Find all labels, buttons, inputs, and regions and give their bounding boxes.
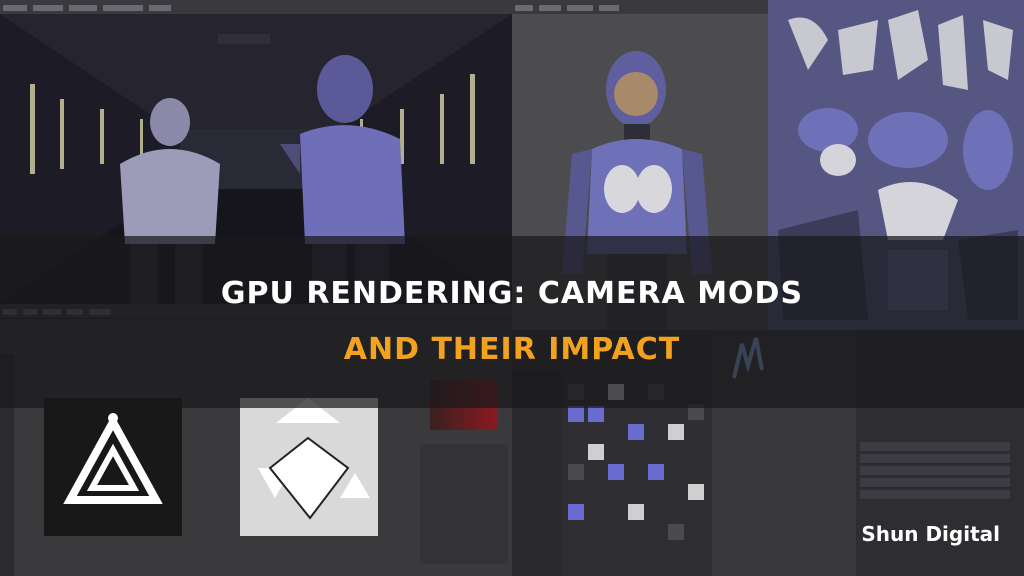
brand-watermark: Shun Digital	[861, 522, 1000, 546]
model-toolbar	[512, 0, 768, 15]
triangle-logo-left	[63, 413, 163, 504]
title-banner	[0, 236, 1024, 408]
page: { "headline": { "line1": "GPU RENDERING:…	[0, 0, 1024, 576]
canvas-left[interactable]	[44, 398, 182, 536]
layer-row[interactable]	[860, 466, 1010, 476]
headline-line-2: AND THEIR IMPACT	[343, 332, 681, 367]
layer-row[interactable]	[860, 454, 1010, 464]
layers-panel[interactable]	[420, 444, 508, 564]
layer-row[interactable]	[860, 490, 1010, 500]
layer-row[interactable]	[860, 478, 1010, 488]
layer-row[interactable]	[860, 442, 1010, 452]
viewport-toolbar	[0, 0, 512, 15]
canvas-right[interactable]	[240, 398, 378, 536]
triangle-logo-right	[258, 398, 370, 520]
headline-line-1: GPU RENDERING: CAMERA MODS	[220, 276, 804, 311]
